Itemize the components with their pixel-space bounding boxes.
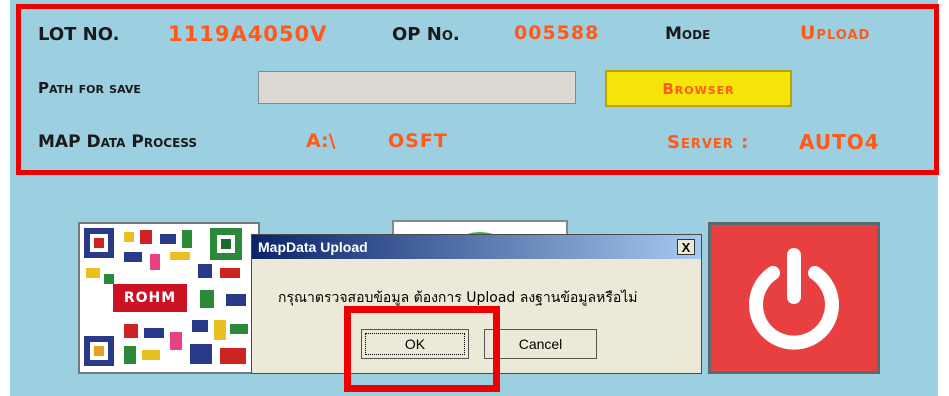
power-button[interactable] — [708, 222, 880, 374]
qr-code-tile[interactable]: ROHM — [78, 222, 260, 374]
power-icon — [749, 248, 839, 350]
header-highlight-box — [16, 4, 939, 175]
cancel-button[interactable]: Cancel — [484, 329, 597, 359]
dialog-title: MapData Upload — [258, 239, 368, 255]
close-icon[interactable]: X — [677, 239, 695, 255]
rohm-logo: ROHM — [113, 284, 187, 312]
ok-highlight-box — [344, 306, 500, 392]
